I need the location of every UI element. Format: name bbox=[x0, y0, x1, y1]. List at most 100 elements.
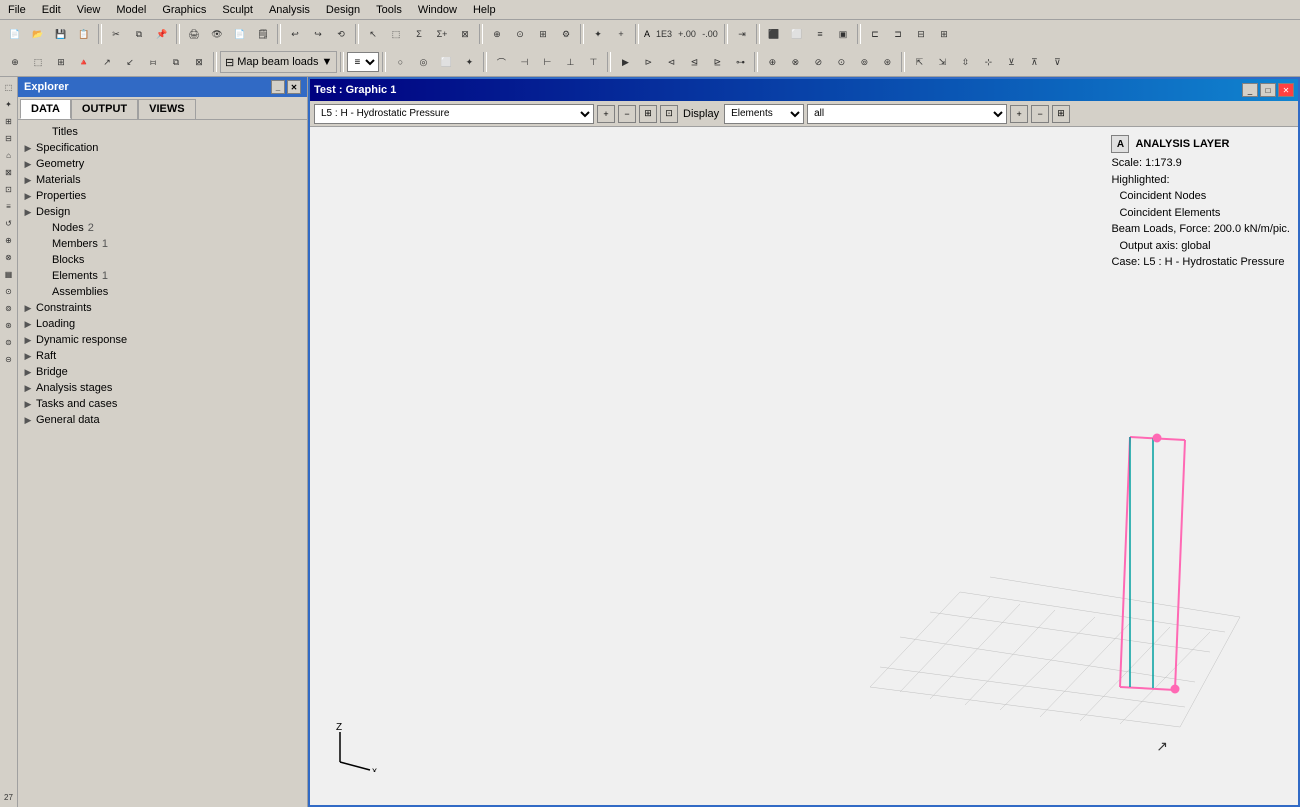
menu-help[interactable]: Help bbox=[469, 3, 500, 17]
tree-item-specification[interactable]: ▶ Specification bbox=[18, 140, 307, 156]
tree-item-nodes[interactable]: Nodes 2 bbox=[18, 220, 307, 236]
lb-7[interactable]: ⊡ bbox=[1, 181, 17, 197]
cases-expand-btn[interactable]: ⊞ bbox=[639, 105, 657, 123]
tree-item-assemblies[interactable]: Assemblies bbox=[18, 284, 307, 300]
tree-item-analysis-stages[interactable]: ▶ Analysis stages bbox=[18, 380, 307, 396]
undo2-btn[interactable]: ⟲ bbox=[330, 23, 352, 45]
lb-10[interactable]: ⊕ bbox=[1, 232, 17, 248]
all-plus-btn[interactable]: + bbox=[1010, 105, 1028, 123]
cross-btn[interactable]: ✦ bbox=[458, 51, 480, 73]
tb2-10[interactable]: ⌒ bbox=[490, 51, 512, 73]
lb-5[interactable]: ⌂ bbox=[1, 147, 17, 163]
res3-btn[interactable]: ⊟ bbox=[910, 23, 932, 45]
tab-data[interactable]: DATA bbox=[20, 99, 71, 119]
snap-btn[interactable]: ⊕ bbox=[486, 23, 508, 45]
lb-6[interactable]: ⊠ bbox=[1, 164, 17, 180]
tree-item-design[interactable]: ▶ Design bbox=[18, 204, 307, 220]
tb2-4[interactable]: 🔺 bbox=[73, 51, 95, 73]
elements-dropdown[interactable]: Elements bbox=[724, 104, 804, 124]
cursor-btn[interactable]: ✦ bbox=[587, 23, 609, 45]
res4-btn[interactable]: ⊞ bbox=[933, 23, 955, 45]
all-special-btn[interactable]: ⊞ bbox=[1052, 105, 1070, 123]
cursor2-btn[interactable]: + bbox=[610, 23, 632, 45]
tb2-12[interactable]: ⊢ bbox=[536, 51, 558, 73]
circle2-btn[interactable]: ◎ bbox=[412, 51, 434, 73]
snap2-btn[interactable]: ⊙ bbox=[509, 23, 531, 45]
tb2-5[interactable]: ↗ bbox=[96, 51, 118, 73]
lb-4[interactable]: ⊟ bbox=[1, 130, 17, 146]
tree-item-loading[interactable]: ▶ Loading bbox=[18, 316, 307, 332]
tab-output[interactable]: OUTPUT bbox=[71, 99, 138, 119]
lb-17[interactable]: ⊝ bbox=[1, 351, 17, 367]
number2-btn[interactable]: -.00 bbox=[699, 23, 721, 45]
tree-item-materials[interactable]: ▶ Materials bbox=[18, 172, 307, 188]
print2-btn[interactable]: 📄 bbox=[229, 23, 251, 45]
select2-btn[interactable]: ⬚ bbox=[385, 23, 407, 45]
lb-8[interactable]: ≡ bbox=[1, 198, 17, 214]
toolbar-dropdown[interactable]: ≡ bbox=[347, 52, 379, 72]
print-preview-btn[interactable]: 👁 bbox=[206, 23, 228, 45]
tb2-22[interactable]: ⊗ bbox=[784, 51, 806, 73]
tb2-1[interactable]: ⊕ bbox=[4, 51, 26, 73]
select4-btn[interactable]: Σ+ bbox=[431, 23, 453, 45]
all-minus-btn[interactable]: − bbox=[1031, 105, 1049, 123]
box-btn[interactable]: ⬜ bbox=[435, 51, 457, 73]
tb2-15[interactable]: ▶ bbox=[614, 51, 636, 73]
tb2-28[interactable]: ⇲ bbox=[931, 51, 953, 73]
graphic-maximize-btn[interactable]: □ bbox=[1260, 83, 1276, 97]
tb2-27[interactable]: ⇱ bbox=[908, 51, 930, 73]
paste-btn[interactable]: 📌 bbox=[151, 23, 173, 45]
tab-views[interactable]: VIEWS bbox=[138, 99, 195, 119]
tb2-24[interactable]: ⊙ bbox=[830, 51, 852, 73]
tree-item-properties[interactable]: ▶ Properties bbox=[18, 188, 307, 204]
res2-btn[interactable]: ⊐ bbox=[887, 23, 909, 45]
lb-11[interactable]: ⊗ bbox=[1, 249, 17, 265]
menu-view[interactable]: View bbox=[73, 3, 105, 17]
lb-16[interactable]: ⊜ bbox=[1, 334, 17, 350]
tb2-32[interactable]: ⊼ bbox=[1023, 51, 1045, 73]
lb-15[interactable]: ⊛ bbox=[1, 317, 17, 333]
explorer-minimize-btn[interactable]: _ bbox=[271, 80, 285, 94]
redo-btn[interactable]: ↪ bbox=[307, 23, 329, 45]
menu-window[interactable]: Window bbox=[414, 3, 461, 17]
lb-18[interactable]: 27 bbox=[1, 789, 17, 805]
tb2-9[interactable]: ⊠ bbox=[188, 51, 210, 73]
undo-btn[interactable]: ↩ bbox=[284, 23, 306, 45]
tb2-11[interactable]: ⊣ bbox=[513, 51, 535, 73]
copy-btn[interactable]: ⧉ bbox=[128, 23, 150, 45]
tree-item-elements[interactable]: Elements 1 bbox=[18, 268, 307, 284]
menu-tools[interactable]: Tools bbox=[372, 3, 406, 17]
grid-btn[interactable]: ⊞ bbox=[532, 23, 554, 45]
tree-item-bridge[interactable]: ▶ Bridge bbox=[18, 364, 307, 380]
font-btn[interactable]: 1E3 bbox=[653, 23, 675, 45]
tb2-29[interactable]: ⇳ bbox=[954, 51, 976, 73]
select3-btn[interactable]: Σ bbox=[408, 23, 430, 45]
print3-btn[interactable]: 🗒 bbox=[252, 23, 274, 45]
view-btn[interactable]: ⬛ bbox=[763, 23, 785, 45]
open-btn[interactable]: 📂 bbox=[27, 23, 49, 45]
menu-sculpt[interactable]: Sculpt bbox=[218, 3, 257, 17]
tb2-2[interactable]: ⬚ bbox=[27, 51, 49, 73]
tb2-8[interactable]: ⧉ bbox=[165, 51, 187, 73]
graphic-close-btn[interactable]: ✕ bbox=[1278, 83, 1294, 97]
number-btn[interactable]: +.00 bbox=[676, 23, 698, 45]
tb2-19[interactable]: ⊵ bbox=[706, 51, 728, 73]
cases-minus-btn[interactable]: − bbox=[618, 105, 636, 123]
cases-dropdown[interactable]: L5 : H - Hydrostatic Pressure bbox=[314, 104, 594, 124]
tree-item-tasks-cases[interactable]: ▶ Tasks and cases bbox=[18, 396, 307, 412]
tree-item-titles[interactable]: Titles bbox=[18, 124, 307, 140]
tb2-26[interactable]: ⊛ bbox=[876, 51, 898, 73]
arrow-btn[interactable]: ⇥ bbox=[731, 23, 753, 45]
tb2-14[interactable]: ⊤ bbox=[582, 51, 604, 73]
tb2-18[interactable]: ⊴ bbox=[683, 51, 705, 73]
tb2-3[interactable]: ⊞ bbox=[50, 51, 72, 73]
tb2-6[interactable]: ↙ bbox=[119, 51, 141, 73]
save-as-btn[interactable]: 📋 bbox=[73, 23, 95, 45]
menu-design[interactable]: Design bbox=[322, 3, 364, 17]
select5-btn[interactable]: ⊠ bbox=[454, 23, 476, 45]
tb2-21[interactable]: ⊕ bbox=[761, 51, 783, 73]
tb2-33[interactable]: ⊽ bbox=[1046, 51, 1068, 73]
tree-item-blocks[interactable]: Blocks bbox=[18, 252, 307, 268]
menu-graphics[interactable]: Graphics bbox=[158, 3, 210, 17]
cases-plus-btn[interactable]: + bbox=[597, 105, 615, 123]
